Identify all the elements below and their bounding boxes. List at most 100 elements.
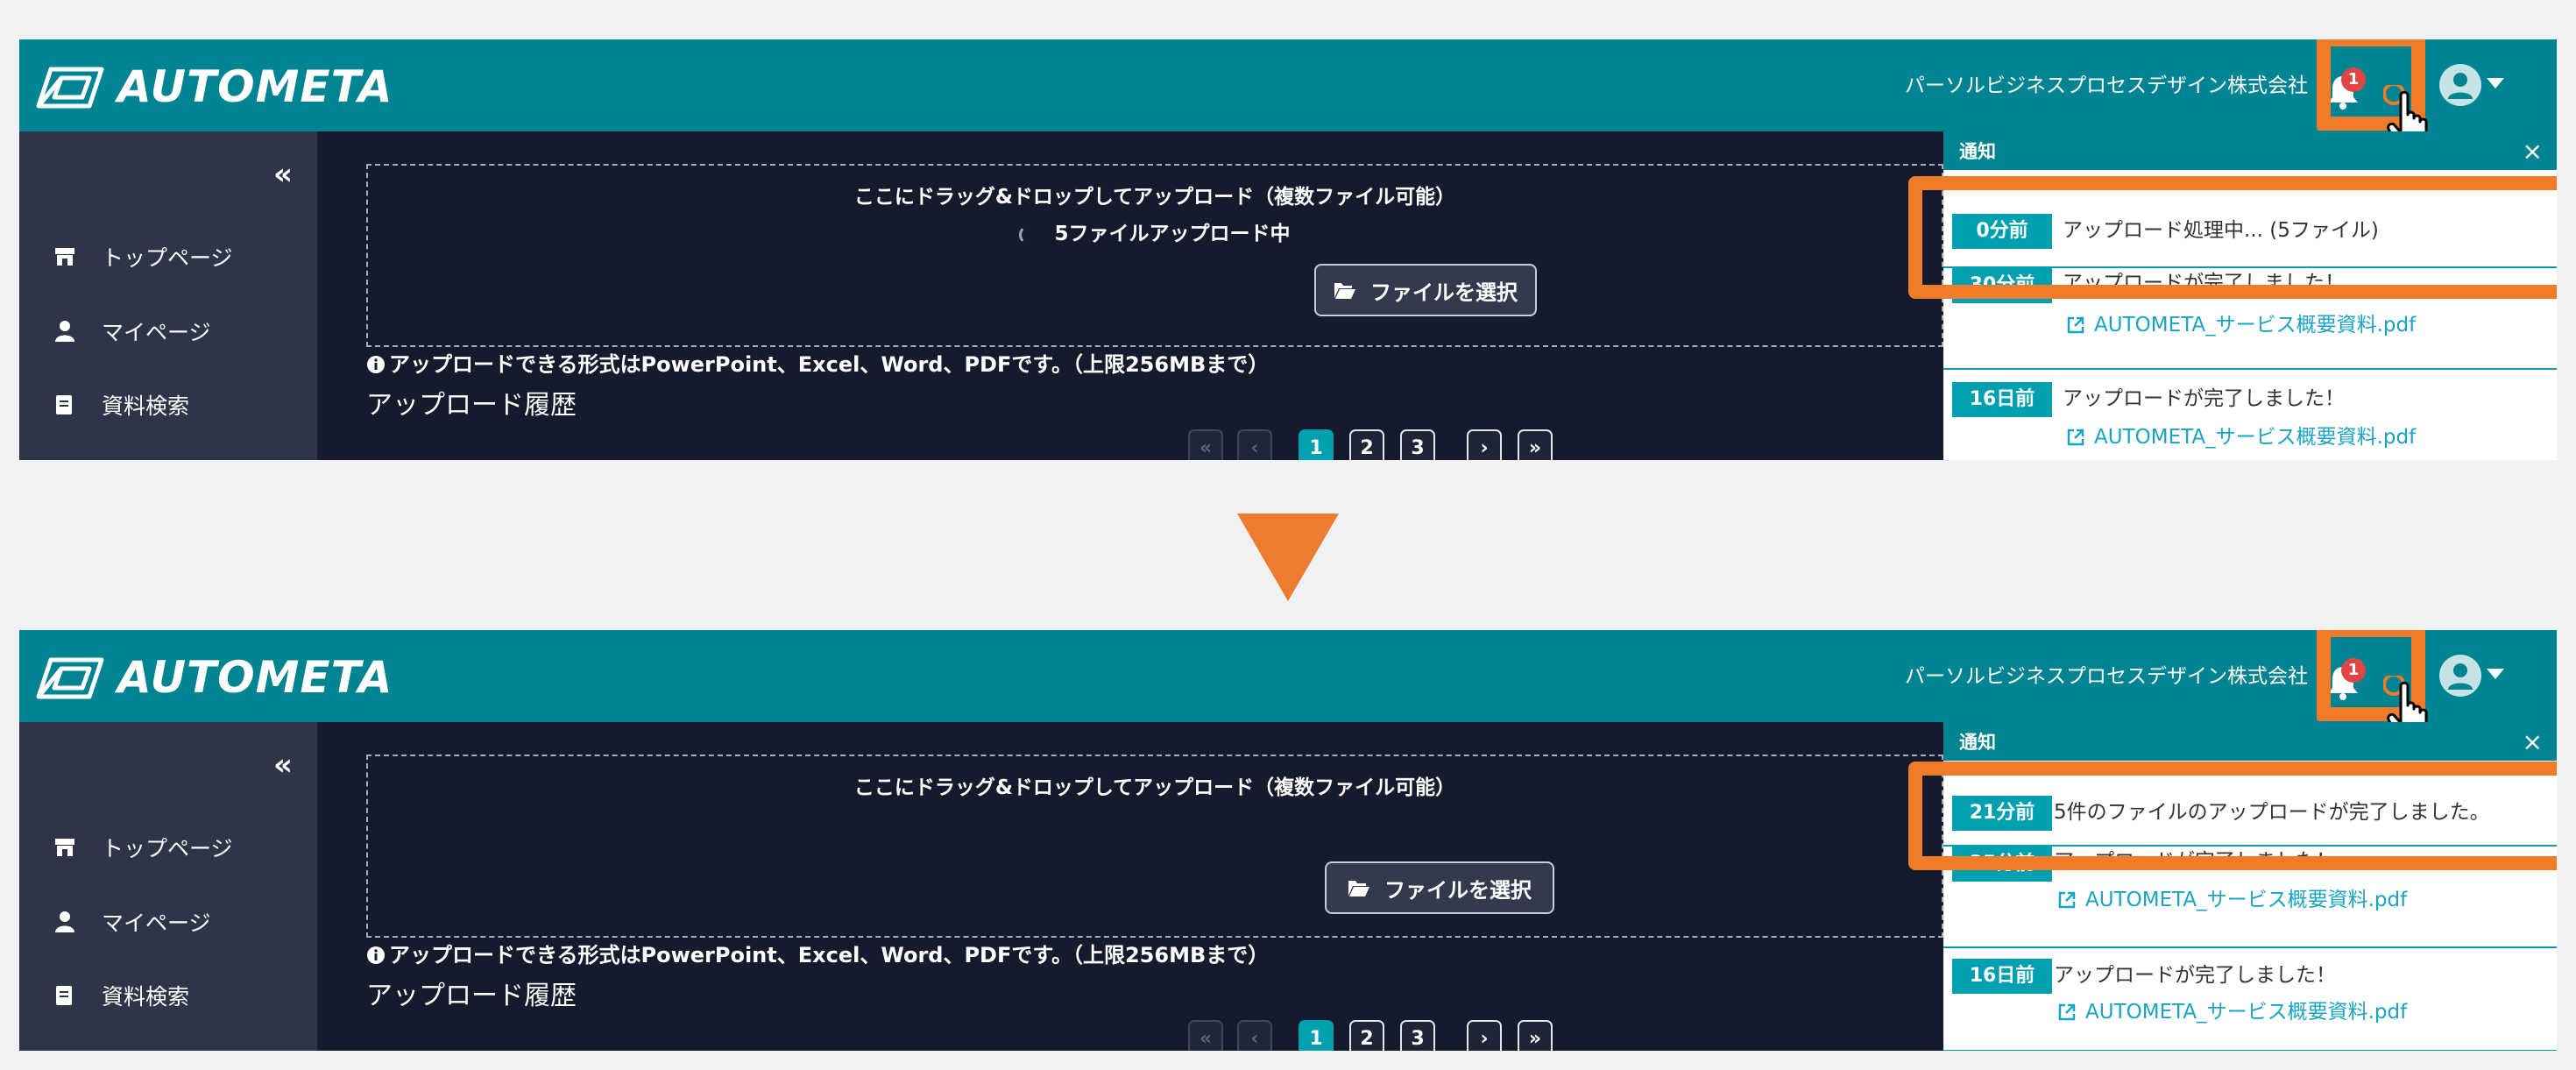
sidebar-item-my-page[interactable]: マイページ bbox=[53, 315, 211, 347]
notification-panel-title: 通知 bbox=[1959, 732, 1996, 753]
logo[interactable]: AUTOMETA bbox=[35, 653, 393, 702]
sidebar-item-top-page[interactable]: トップページ bbox=[53, 241, 233, 273]
sidebar: « トップページ マイページ 資料検索 bbox=[19, 131, 317, 460]
user-menu-caret-icon[interactable] bbox=[2487, 669, 2504, 679]
logo-text: AUTOMETA bbox=[117, 652, 393, 703]
select-file-button[interactable]: ファイルを選択 bbox=[1325, 861, 1554, 914]
user-avatar[interactable] bbox=[2439, 64, 2481, 106]
info-icon bbox=[367, 356, 385, 373]
upload-format-note: アップロードできる形式はPowerPoint、Excel、Word、PDFです。… bbox=[366, 351, 1269, 379]
info-icon bbox=[367, 946, 385, 964]
upload-format-note-text: アップロードできる形式はPowerPoint、Excel、Word、PDFです。… bbox=[389, 352, 1270, 377]
notification-highlight-box bbox=[1908, 176, 2557, 299]
file-drop-zone[interactable]: ここにドラッグ&ドロップしてアップロード（複数ファイル可能） ファイルを選択 bbox=[366, 755, 1943, 938]
store-icon bbox=[55, 248, 74, 266]
pagination-page-1[interactable]: 1 bbox=[1299, 429, 1334, 460]
pagination-page-3[interactable]: 3 bbox=[1400, 1020, 1435, 1051]
select-file-label: ファイルを選択 bbox=[1370, 280, 1518, 305]
sidebar: « トップページ マイページ 資料検索 bbox=[19, 722, 317, 1051]
notification-file-link[interactable]: AUTOMETA_サービス概要資料.pdf bbox=[2066, 422, 2416, 452]
loading-spinner-icon bbox=[1019, 224, 1038, 244]
sidebar-item-top-page[interactable]: トップページ bbox=[53, 832, 233, 863]
sidebar-item-label: マイページ bbox=[102, 320, 211, 345]
notification-message: アップロードが完了しました！ bbox=[2054, 964, 2336, 987]
notification-close-button[interactable]: × bbox=[2523, 137, 2543, 167]
folder-open-icon bbox=[1334, 283, 1355, 299]
user-icon bbox=[55, 911, 74, 932]
user-avatar-icon bbox=[2448, 73, 2473, 99]
sidebar-collapse-button[interactable]: « bbox=[273, 159, 293, 189]
sidebar-item-label: トップページ bbox=[102, 245, 233, 271]
sidebar-item-document-search[interactable]: 資料検索 bbox=[53, 389, 189, 421]
pagination-first-button[interactable]: « bbox=[1188, 429, 1223, 460]
document-icon bbox=[56, 395, 72, 415]
logo-text: AUTOMETA bbox=[117, 61, 393, 112]
notification-panel-header: 通知 × bbox=[1943, 722, 2557, 761]
upload-progress-status: 5ファイルアップロード中 bbox=[368, 220, 1942, 248]
sidebar-collapse-button[interactable]: « bbox=[273, 750, 293, 780]
select-file-label: ファイルを選択 bbox=[1384, 877, 1532, 903]
pagination-page-3[interactable]: 3 bbox=[1400, 429, 1435, 460]
pagination-page-1[interactable]: 1 bbox=[1299, 1020, 1334, 1051]
user-menu-caret-icon[interactable] bbox=[2487, 78, 2504, 89]
upload-format-note-text: アップロードできる形式はPowerPoint、Excel、Word、PDFです。… bbox=[389, 943, 1270, 967]
pagination-page-2[interactable]: 2 bbox=[1349, 429, 1384, 460]
sidebar-item-label: 資料検索 bbox=[102, 393, 190, 419]
notification-panel-title: 通知 bbox=[1959, 141, 1996, 162]
pagination: « ‹ 1 2 3 › » bbox=[317, 1020, 1943, 1051]
company-name: パーソルビジネスプロセスデザイン株式会社 bbox=[1905, 665, 2308, 688]
notification-item[interactable]: 16日前 アップロードが完了しました！ AUTOMETA_サービス概要資料.pd… bbox=[1943, 370, 2557, 460]
sidebar-item-label: マイページ bbox=[102, 911, 211, 936]
user-avatar[interactable] bbox=[2439, 655, 2481, 697]
pagination-next-button[interactable]: › bbox=[1467, 1020, 1502, 1051]
notification-highlight-box bbox=[1908, 762, 2557, 870]
notification-file-link-text: AUTOMETA_サービス概要資料.pdf bbox=[2094, 426, 2417, 449]
pagination-prev-button[interactable]: ‹ bbox=[1237, 1020, 1272, 1051]
logo-mark-icon bbox=[36, 67, 104, 109]
logo[interactable]: AUTOMETA bbox=[35, 62, 393, 111]
sidebar-item-label: トップページ bbox=[102, 836, 233, 861]
screen-after: AUTOMETA パーソルビジネスプロセスデザイン株式会社 1 « トップページ… bbox=[19, 630, 2557, 1051]
notification-file-link[interactable]: AUTOMETA_サービス概要資料.pdf bbox=[2057, 997, 2407, 1027]
store-icon bbox=[55, 839, 74, 856]
notification-file-link[interactable]: AUTOMETA_サービス概要資料.pdf bbox=[2066, 310, 2416, 340]
upload-progress-text: 5ファイルアップロード中 bbox=[1054, 223, 1291, 245]
file-drop-zone[interactable]: ここにドラッグ&ドロップしてアップロード（複数ファイル可能） 5ファイルアップロ… bbox=[366, 164, 1943, 347]
upload-format-note: アップロードできる形式はPowerPoint、Excel、Word、PDFです。… bbox=[366, 941, 1269, 969]
document-icon bbox=[56, 986, 72, 1005]
pagination-prev-button[interactable]: ‹ bbox=[1237, 429, 1272, 460]
drop-zone-text: ここにドラッグ&ドロップしてアップロード（複数ファイル可能） bbox=[853, 186, 1456, 209]
pagination-next-button[interactable]: › bbox=[1467, 429, 1502, 460]
down-arrow-icon bbox=[1237, 514, 1339, 601]
notification-file-link[interactable]: AUTOMETA_サービス概要資料.pdf bbox=[2057, 885, 2407, 915]
sidebar-item-my-page[interactable]: マイページ bbox=[53, 906, 211, 938]
company-name: パーソルビジネスプロセスデザイン株式会社 bbox=[1905, 74, 2308, 97]
notification-message: アップロードが完了しました！ bbox=[2063, 387, 2345, 410]
sidebar-item-label: 資料検索 bbox=[102, 984, 190, 1010]
notification-item[interactable]: 16日前 アップロードが完了しました！ AUTOMETA_サービス概要資料.pd… bbox=[1943, 948, 2557, 1051]
logo-mark-icon bbox=[36, 657, 104, 699]
screen-before: AUTOMETA パーソルビジネスプロセスデザイン株式会社 1 « トップページ… bbox=[19, 39, 2557, 460]
pagination-last-button[interactable]: » bbox=[1518, 429, 1553, 460]
main-content: ここにドラッグ&ドロップしてアップロード（複数ファイル可能） ファイルを選択 ア… bbox=[317, 722, 1943, 1051]
user-icon bbox=[55, 321, 74, 342]
notification-time: 16日前 bbox=[1952, 382, 2052, 417]
pagination: « ‹ 1 2 3 › » bbox=[317, 429, 1943, 460]
top-bar: AUTOMETA パーソルビジネスプロセスデザイン株式会社 1 bbox=[19, 630, 2557, 744]
notification-panel-header: 通知 × bbox=[1943, 131, 2557, 170]
sidebar-item-document-search[interactable]: 資料検索 bbox=[53, 980, 189, 1011]
drop-zone-text: ここにドラッグ&ドロップしてアップロード（複数ファイル可能） bbox=[853, 776, 1456, 799]
top-bar: AUTOMETA パーソルビジネスプロセスデザイン株式会社 1 bbox=[19, 39, 2557, 153]
notification-file-link-text: AUTOMETA_サービス概要資料.pdf bbox=[2094, 314, 2417, 337]
main-content: ここにドラッグ&ドロップしてアップロード（複数ファイル可能） 5ファイルアップロ… bbox=[317, 131, 1943, 460]
notification-close-button[interactable]: × bbox=[2523, 727, 2543, 757]
pagination-page-2[interactable]: 2 bbox=[1349, 1020, 1384, 1051]
external-link-icon bbox=[2058, 1003, 2076, 1021]
pagination-last-button[interactable]: » bbox=[1518, 1020, 1553, 1051]
external-link-icon bbox=[2067, 429, 2084, 446]
user-avatar-icon bbox=[2448, 663, 2473, 690]
select-file-button[interactable]: ファイルを選択 bbox=[1314, 264, 1537, 316]
pagination-first-button[interactable]: « bbox=[1188, 1020, 1223, 1051]
external-link-icon bbox=[2067, 316, 2084, 334]
upload-history-title: アップロード履歴 bbox=[366, 981, 577, 1011]
